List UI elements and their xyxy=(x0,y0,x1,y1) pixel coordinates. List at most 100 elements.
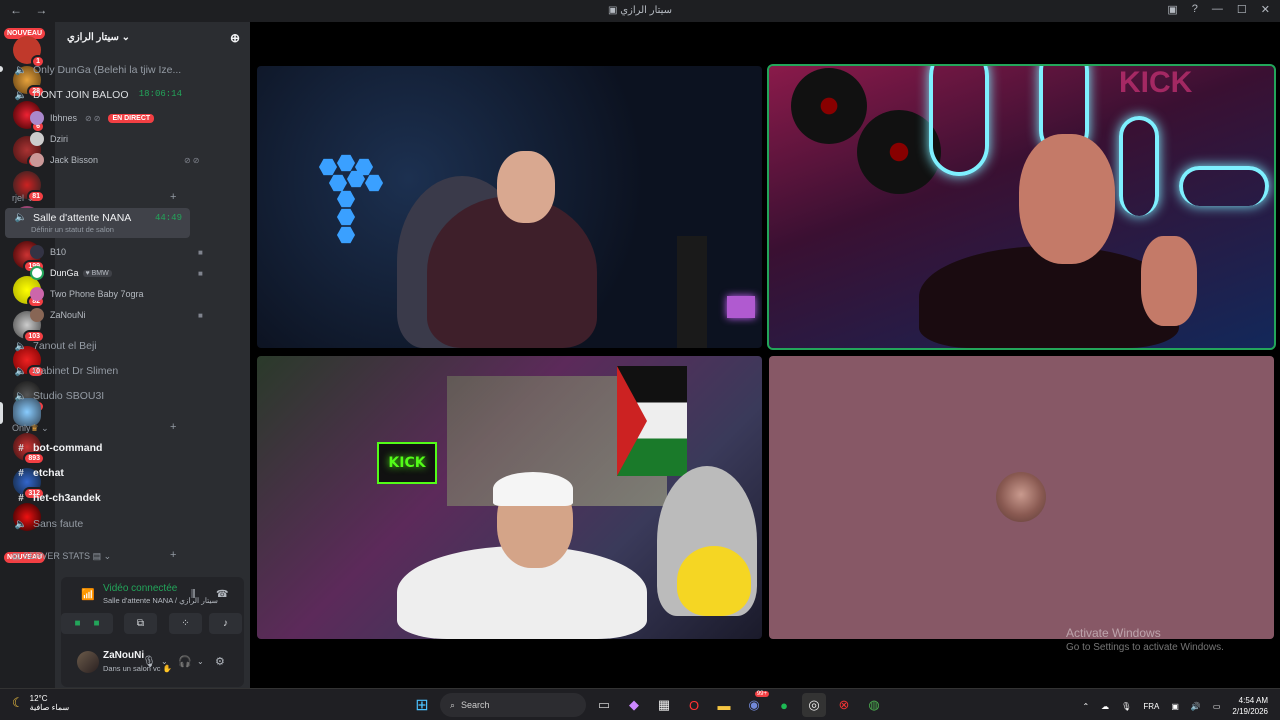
discord-taskbar-icon[interactable]: ◉ 99+ xyxy=(742,691,769,717)
streamer-hand xyxy=(1141,236,1197,326)
text-channel-etchat[interactable]: # etchat xyxy=(5,462,190,484)
speaker-icon: 🔈 xyxy=(14,340,28,352)
taskbar-search[interactable]: ⌕ Search xyxy=(440,693,586,717)
voice-user[interactable]: Dziri xyxy=(30,129,68,149)
screen-share-button[interactable]: ⧉ xyxy=(124,613,157,634)
current-username[interactable]: ZaNouNi xyxy=(103,650,144,661)
volume-icon[interactable]: 🔊 xyxy=(1191,702,1201,711)
username: DunGa xyxy=(50,268,79,278)
system-tray: ⌃ ☁ 🎙 FRA ▣ 🔊 ▭ 4:54 AM 2/19/2026 xyxy=(1082,695,1268,717)
video-tile-2-speaking[interactable]: KICK xyxy=(767,64,1276,350)
help-icon[interactable]: ? xyxy=(1192,3,1198,16)
voice-channel-studio[interactable]: 🔈 Studio SBOU3I xyxy=(5,385,190,407)
clock[interactable]: 4:54 AM 2/19/2026 xyxy=(1232,695,1268,717)
chevron-down-icon[interactable]: ⌄ xyxy=(197,657,204,666)
username: Two Phone Baby 7ogra xyxy=(50,289,144,299)
category-server-stats[interactable]: ▤ SERVER STATS ▤ ⌄ + xyxy=(12,549,176,562)
hex-light xyxy=(337,190,355,208)
voice-connection-panel: 📶 Vidéo connectée Salle d'attente NANA /… xyxy=(61,577,244,687)
text-channel-het-ch3andek[interactable]: # het-ch3andek xyxy=(5,487,190,509)
speaker-icon: 🔈 xyxy=(14,365,28,377)
hex-light xyxy=(337,226,355,244)
copilot-icon[interactable]: ◆ xyxy=(622,693,646,717)
server-pill-selected xyxy=(0,402,3,424)
voice-channel-path[interactable]: Salle d'attente NANA / سيتار الرازي xyxy=(103,596,218,605)
activities-button[interactable]: ⁘ xyxy=(169,613,202,634)
voice-user[interactable]: Ibhnes ⊘⊘ EN DIRECT xyxy=(30,108,155,128)
battery-icon[interactable]: ▭ xyxy=(1213,702,1221,711)
window-title-text: سيتار الرازي xyxy=(620,5,673,16)
voice-channel-salle-attente[interactable]: 🔈 Salle d'attente NANA 44:49 Définir un sta… xyxy=(5,208,190,238)
desk-light xyxy=(727,296,755,318)
app-icon-red[interactable]: ⊗ xyxy=(832,693,856,717)
live-badge: EN DIRECT xyxy=(108,113,155,123)
title-bar: ← → ▣ سيتار الرازي ▣ ? — ☐ ✕ xyxy=(0,0,1280,22)
voice-channel-sans-faute[interactable]: 🔈 Sans faute xyxy=(5,513,190,535)
channel-status[interactable]: Définir un statut de salon xyxy=(31,225,114,234)
task-view-icon[interactable]: ▭ xyxy=(592,693,616,717)
voice-channel-dont-join[interactable]: 🔈 DONT JOIN BALOO 18:06:14 xyxy=(5,84,190,106)
voice-user[interactable]: DunGa ♥ BMW ■ xyxy=(30,263,203,283)
opera-icon[interactable]: O xyxy=(682,693,706,717)
voice-channel-only-dunga[interactable]: 🔈 Only DunGa (Belehi la tjiw Ize... xyxy=(5,59,190,81)
hex-light xyxy=(319,158,337,176)
soundboard-button[interactable]: ♪ xyxy=(209,613,242,634)
noise-suppression-icon[interactable]: ⫼ xyxy=(191,589,196,600)
display-icon[interactable]: ▣ xyxy=(1171,702,1179,711)
file-explorer-icon[interactable]: ▬ xyxy=(712,693,736,717)
muted-deafened-icon: ⊘⊘ xyxy=(184,155,202,165)
spotify-icon[interactable]: ● xyxy=(772,693,796,717)
voice-user[interactable]: Jack Bisson ⊘⊘ xyxy=(30,150,201,170)
voice-channel-cabinet[interactable]: 🔈 Cabinet Dr Slimen xyxy=(5,360,190,382)
maximize-button[interactable]: ☐ xyxy=(1237,3,1247,16)
chevron-down-icon[interactable]: ⌄ xyxy=(161,657,168,666)
disconnect-icon[interactable]: ☎ xyxy=(216,589,228,600)
microphone-icon[interactable]: 🎙 xyxy=(1121,702,1131,711)
headphones-icon[interactable]: 🎧 xyxy=(178,655,192,668)
hash-icon: # xyxy=(18,492,24,504)
voice-user[interactable]: B10 ■ xyxy=(30,242,203,262)
camera-icon: ■ xyxy=(198,247,203,257)
voice-user[interactable]: Two Phone Baby 7ogra xyxy=(30,284,144,304)
inbox-icon[interactable]: ▣ xyxy=(1167,3,1177,16)
chrome-icon[interactable]: ◍ xyxy=(862,693,886,717)
windows-taskbar: ☾ 12°C سماء صافية ⊞ ⌕ Search ▭ ◆ ▦ O ▬ ◉ 99… xyxy=(0,688,1280,720)
kick-sign: KICK xyxy=(377,442,437,484)
settings-gear-icon[interactable]: ⚙ xyxy=(215,655,225,668)
pikachu-plush xyxy=(677,546,751,616)
channel-label: Salle d'attente NANA xyxy=(33,212,132,224)
add-channel-icon[interactable]: + xyxy=(170,421,176,433)
user-avatar[interactable] xyxy=(77,651,99,673)
voice-status[interactable]: Vidéo connectée xyxy=(103,583,177,594)
chevron-up-icon[interactable]: ⌃ xyxy=(1082,702,1089,711)
guild-tag-text: BMW xyxy=(91,269,109,277)
add-channel-icon[interactable]: + xyxy=(170,191,176,203)
windows-start-icon[interactable]: ⊞ xyxy=(410,693,434,717)
speaker-icon: 🔈 xyxy=(14,89,28,101)
voice-user[interactable]: ZaNouNi ■ xyxy=(30,305,203,325)
microphone-icon[interactable]: 🎙 xyxy=(142,655,156,668)
voice-channel-7anout[interactable]: 🔈 7anout el Beji xyxy=(5,335,190,357)
obs-icon[interactable]: ◎ xyxy=(802,693,826,717)
category-only[interactable]: Only♛ ⌄ + xyxy=(12,421,176,434)
camera-button-2[interactable]: ■ xyxy=(80,613,113,634)
video-tile-3[interactable]: KICK xyxy=(257,356,762,639)
category-rjel[interactable]: rjel ⌄ + xyxy=(12,191,176,204)
input-language[interactable]: FRA xyxy=(1143,702,1159,711)
video-tile-1[interactable] xyxy=(257,66,762,348)
minimize-button[interactable]: — xyxy=(1212,3,1223,16)
close-button[interactable]: ✕ xyxy=(1261,3,1270,16)
weather-widget[interactable]: ☾ 12°C سماء صافية xyxy=(12,694,69,712)
avatar xyxy=(30,266,44,280)
signal-icon: 📶 xyxy=(81,589,95,601)
text-channel-bot-command[interactable]: # bot-command xyxy=(5,437,190,459)
voice-timer: 18:06:14 xyxy=(138,89,182,99)
add-channel-icon[interactable]: + xyxy=(170,549,176,561)
avatar xyxy=(30,153,44,167)
store-icon[interactable]: ▦ xyxy=(652,693,676,717)
add-member-icon[interactable]: ⊕ xyxy=(230,31,240,45)
camera-icon: ■ xyxy=(93,618,100,629)
network-cloud-icon[interactable]: ☁ xyxy=(1101,702,1109,711)
channel-label: Studio SBOU3I xyxy=(33,390,105,402)
server-header[interactable]: سيتار الرازي ⌄ ⊕ xyxy=(55,22,250,52)
